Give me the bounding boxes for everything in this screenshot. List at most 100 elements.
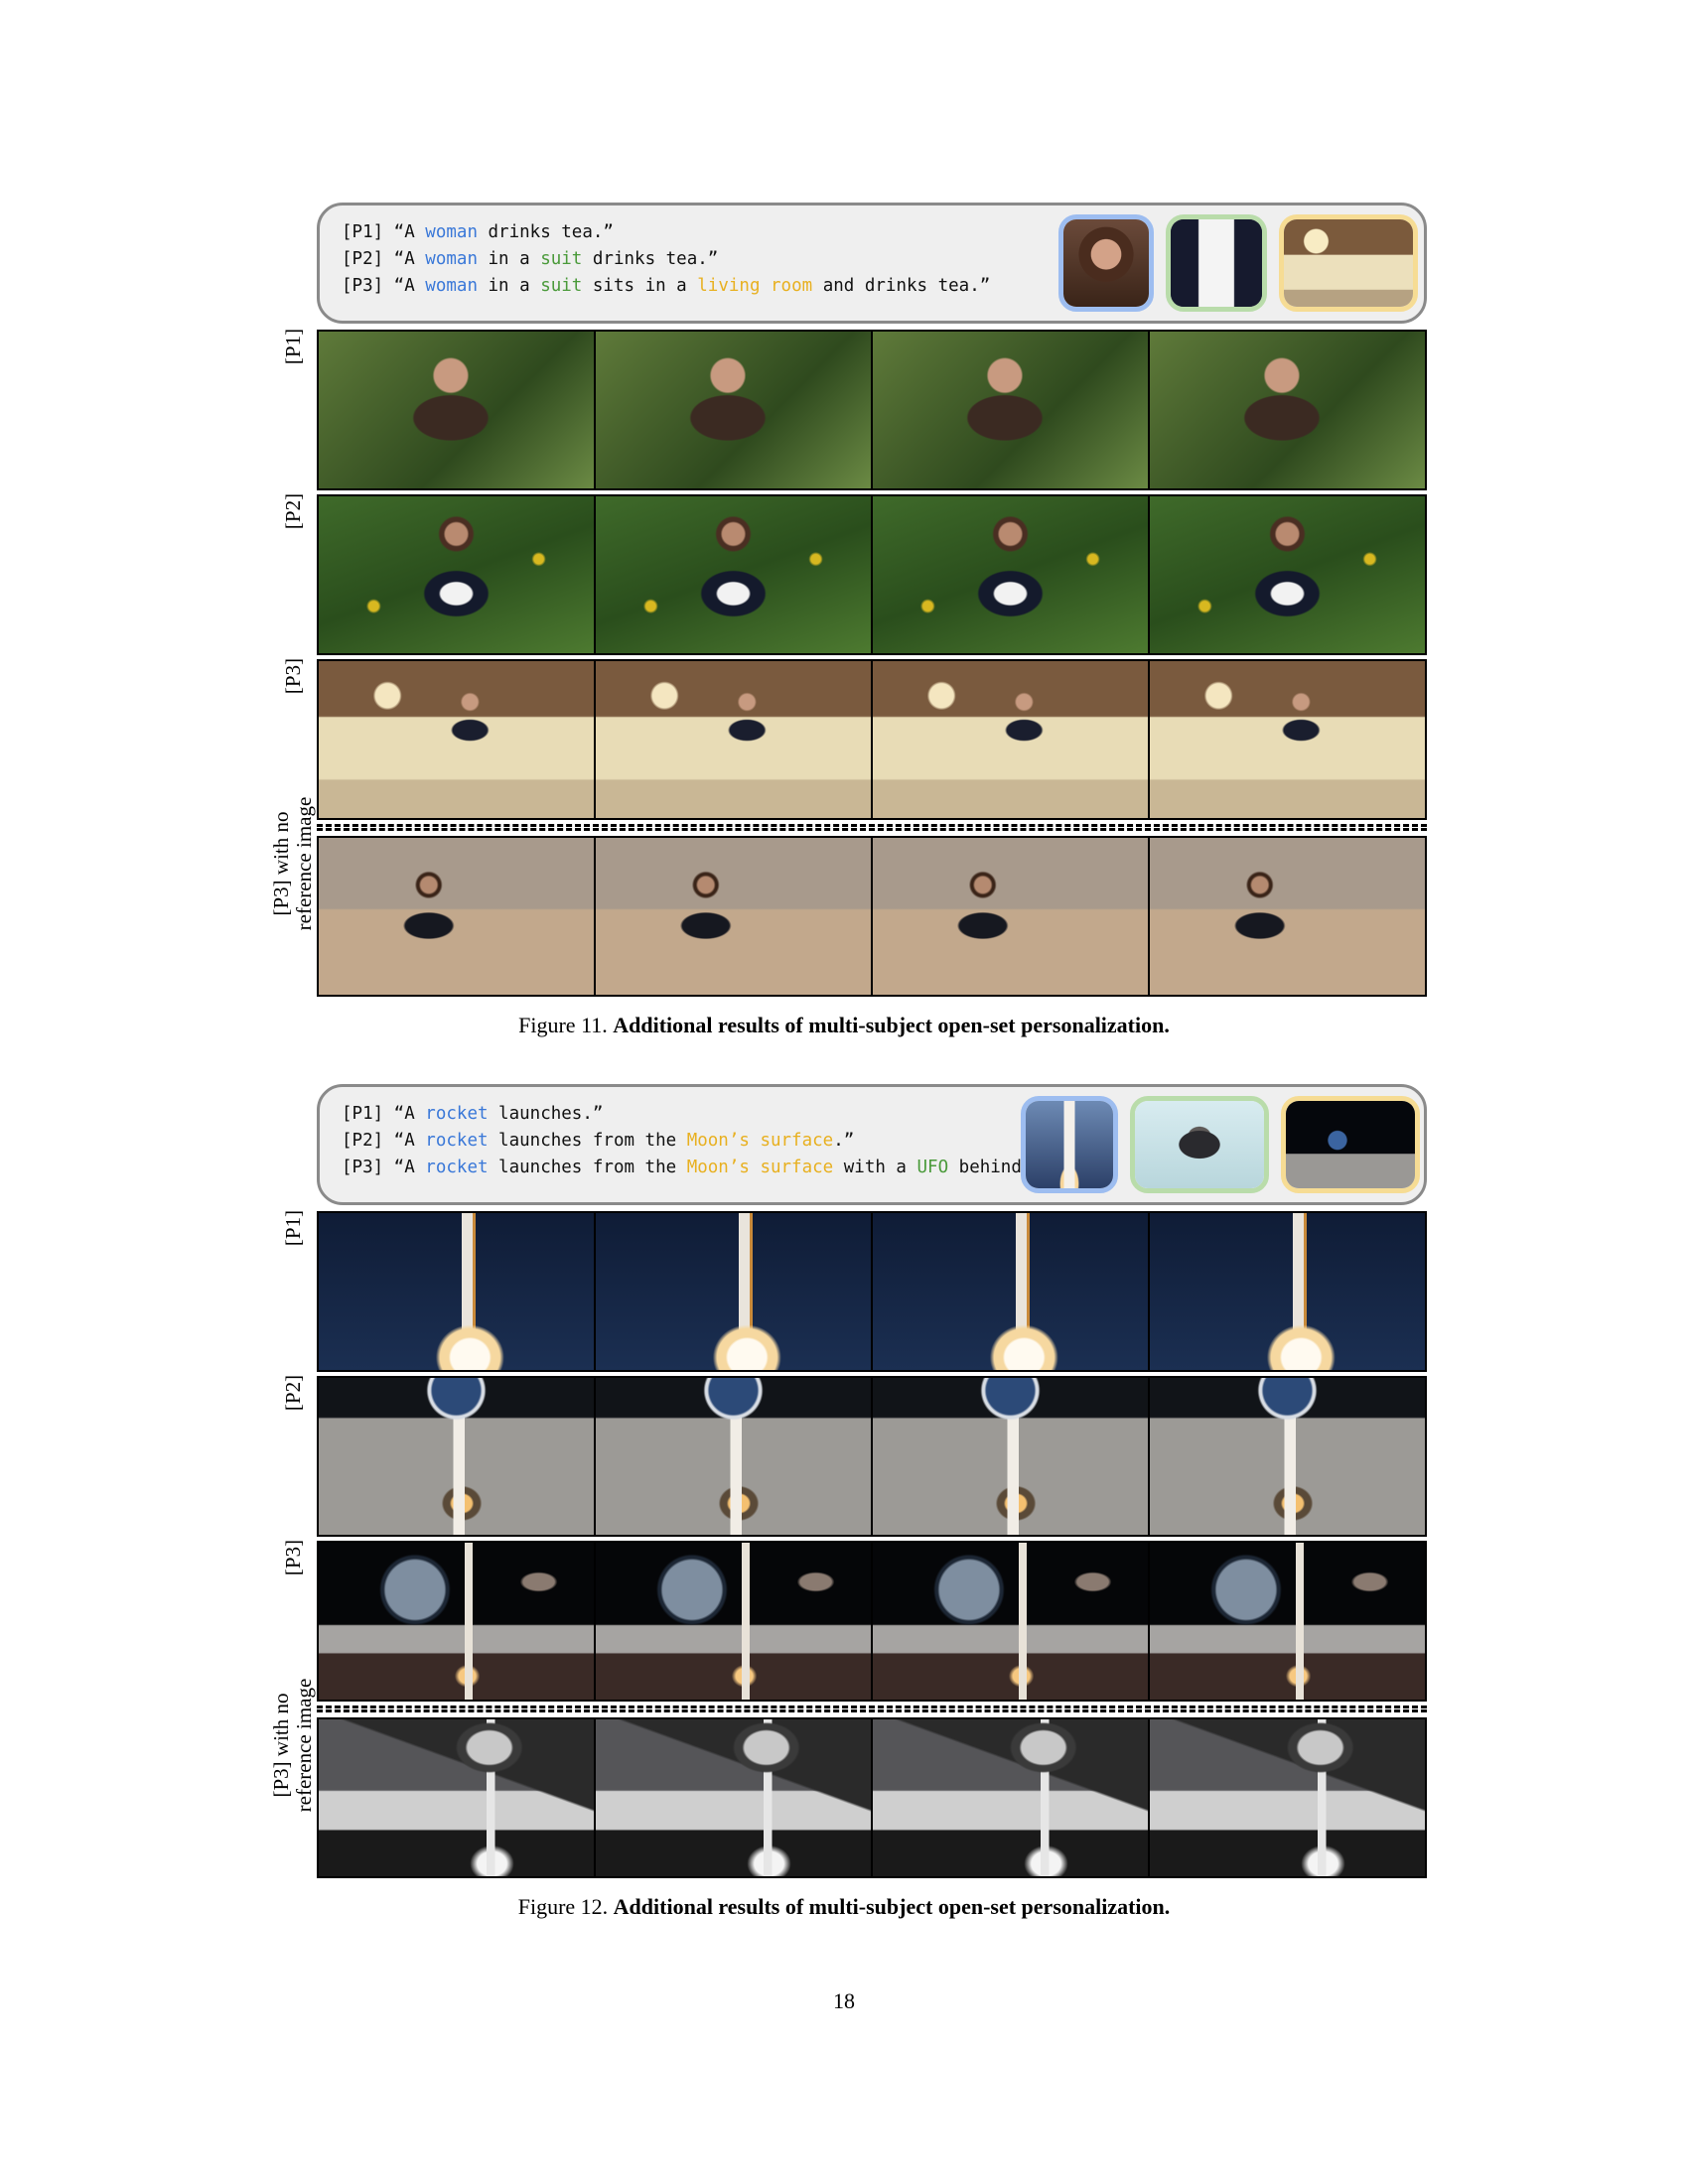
- video-frame: [1150, 496, 1425, 653]
- video-frame: [319, 332, 596, 488]
- video-row-p3-no-reference: [317, 836, 1427, 997]
- prompt-segment: in a: [477, 249, 541, 269]
- video-frame: [873, 1543, 1150, 1700]
- prompt-segment: UFO: [916, 1158, 949, 1177]
- prompt-segment: [P3] “A: [342, 1158, 426, 1177]
- prompt-segment: and drinks tea.”: [812, 276, 991, 296]
- reference-image-living-room: [1279, 214, 1418, 312]
- video-frame: [596, 1543, 873, 1700]
- row-label-line: reference image: [292, 796, 316, 931]
- video-frame: [1150, 1213, 1425, 1370]
- caption-text: Additional results of multi-subject open…: [613, 1894, 1171, 1919]
- prompt-line-p2: [P2] “A rocket launches from the Moon’s …: [342, 1128, 1043, 1155]
- prompt-segment: drinks tea.”: [477, 222, 614, 242]
- page-number: 18: [833, 1988, 855, 2013]
- prompt-lines: [P1] “A rocket launches.” [P2] “A rocket…: [342, 1101, 1043, 1181]
- video-frame: [319, 496, 596, 653]
- prompt-segment: launches.”: [488, 1104, 604, 1124]
- reference-image-rocket: [1021, 1096, 1118, 1193]
- prompt-segment: rocket: [425, 1104, 489, 1124]
- video-row-p3-no-reference: [317, 1717, 1427, 1878]
- prompt-box: [P1] “A rocket launches.” [P2] “A rocket…: [317, 1084, 1427, 1205]
- prompt-segment: Moon’s surface: [686, 1131, 834, 1151]
- row-label-p3-no-reference: [P3] with no reference image: [263, 784, 323, 943]
- video-frame: [873, 661, 1150, 818]
- reference-image-ufo: [1130, 1096, 1269, 1193]
- row-label-line: [P3] with no: [269, 1693, 293, 1798]
- video-frame: [1150, 1543, 1425, 1700]
- prompt-segment: woman: [425, 222, 478, 242]
- video-frame: [319, 1543, 596, 1700]
- prompt-segment: [P2] “A: [342, 249, 426, 269]
- prompt-segment: in a: [477, 276, 541, 296]
- prompt-segment: [P3] “A: [342, 276, 426, 296]
- prompt-segment: launches from the: [488, 1131, 687, 1151]
- row-label-p3: [P3]: [280, 1539, 305, 1576]
- video-frame: [319, 1378, 596, 1535]
- video-frame: [596, 1719, 873, 1876]
- row-label-p1: [P1]: [280, 328, 305, 365]
- video-frame: [596, 332, 873, 488]
- prompt-segment: [P1] “A: [342, 1104, 426, 1124]
- prompt-segment: [P1] “A: [342, 222, 426, 242]
- row-label-line: [P3] with no: [269, 811, 293, 916]
- prompt-line-p1: [P1] “A woman drinks tea.”: [342, 219, 990, 246]
- prompt-segment: living room: [697, 276, 813, 296]
- video-frame: [319, 1719, 596, 1876]
- prompt-segment: Moon’s surface: [686, 1158, 834, 1177]
- reference-image-woman: [1058, 214, 1154, 312]
- prompt-line-p3: [P3] “A rocket launches from the Moon’s …: [342, 1155, 1043, 1181]
- row-label-p1: [P1]: [280, 1209, 305, 1247]
- video-frame: [1150, 661, 1425, 818]
- row-label-line: reference image: [292, 1678, 316, 1813]
- prompt-line-p3: [P3] “A woman in a suit sits in a living…: [342, 273, 990, 300]
- prompt-segment: suit: [540, 249, 583, 269]
- prompt-segment: with a: [833, 1158, 917, 1177]
- video-row-p1: [317, 1211, 1427, 1372]
- video-frame: [1150, 1719, 1425, 1876]
- video-frame: [596, 496, 873, 653]
- video-row-p3: [317, 1541, 1427, 1702]
- prompt-segment: .”: [833, 1131, 855, 1151]
- prompt-segment: suit: [540, 276, 583, 296]
- prompt-line-p2: [P2] “A woman in a suit drinks tea.”: [342, 246, 990, 273]
- dashed-separator: [317, 824, 1427, 831]
- caption-label: Figure 11.: [518, 1013, 608, 1037]
- figure-caption: Figure 12. Additional results of multi-s…: [0, 1894, 1688, 1920]
- prompt-segment: launches from the: [488, 1158, 687, 1177]
- row-label-p3-no-reference: [P3] with no reference image: [263, 1666, 323, 1825]
- video-frame: [596, 661, 873, 818]
- video-row-p1: [317, 330, 1427, 490]
- video-frame: [873, 332, 1150, 488]
- row-label-p2: [P2]: [280, 492, 305, 530]
- video-frame: [873, 838, 1150, 995]
- caption-text: Additional results of multi-subject open…: [613, 1013, 1170, 1037]
- prompt-lines: [P1] “A woman drinks tea.” [P2] “A woman…: [342, 219, 990, 300]
- video-frame: [596, 1378, 873, 1535]
- prompt-segment: [P2] “A: [342, 1131, 426, 1151]
- video-frame: [1150, 838, 1425, 995]
- prompt-segment: rocket: [425, 1158, 489, 1177]
- reference-image-moon-surface: [1281, 1096, 1420, 1193]
- video-frame: [873, 1378, 1150, 1535]
- video-frame: [1150, 332, 1425, 488]
- video-frame: [873, 1719, 1150, 1876]
- figure-caption: Figure 11. Additional results of multi-s…: [0, 1013, 1688, 1038]
- video-frame: [319, 838, 596, 995]
- video-frame: [596, 1213, 873, 1370]
- video-frame: [873, 1213, 1150, 1370]
- prompt-segment: sits in a: [582, 276, 698, 296]
- prompt-segment: woman: [425, 249, 478, 269]
- prompt-segment: rocket: [425, 1131, 489, 1151]
- video-row-p2: [317, 1376, 1427, 1537]
- prompt-line-p1: [P1] “A rocket launches.”: [342, 1101, 1043, 1128]
- video-row-p3: [317, 659, 1427, 820]
- video-frame: [596, 838, 873, 995]
- video-frame: [319, 1213, 596, 1370]
- reference-image-suit: [1166, 214, 1267, 312]
- row-label-p3: [P3]: [280, 657, 305, 695]
- prompt-segment: drinks tea.”: [582, 249, 719, 269]
- video-frame: [1150, 1378, 1425, 1535]
- video-row-p2: [317, 494, 1427, 655]
- video-frame: [319, 661, 596, 818]
